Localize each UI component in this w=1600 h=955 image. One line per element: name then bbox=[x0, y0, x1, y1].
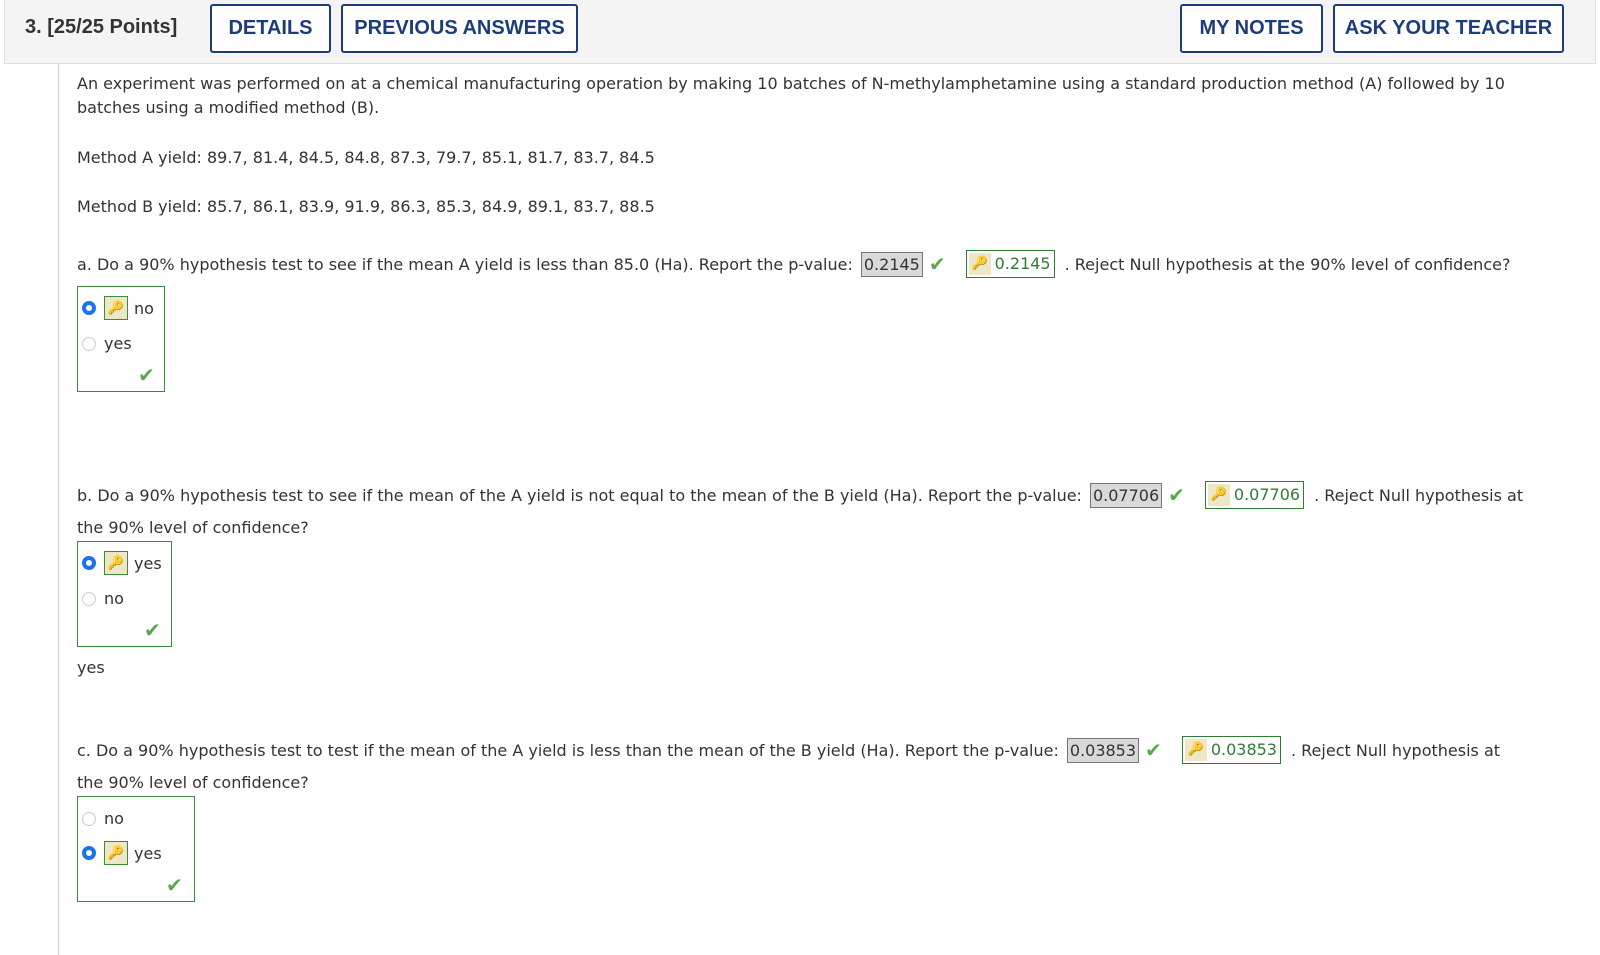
check-icon: ✔ bbox=[1168, 483, 1185, 507]
part-c-option-yes[interactable]: 🔑 yes bbox=[82, 841, 162, 865]
option-label: yes bbox=[134, 843, 162, 863]
radio-icon[interactable] bbox=[82, 811, 96, 826]
part-a-option-yes[interactable]: yes bbox=[82, 334, 132, 353]
part-a-followup: . Reject Null hypothesis at the 90% leve… bbox=[1064, 254, 1511, 274]
part-b-followup: . Reject Null hypothesis at bbox=[1314, 485, 1524, 505]
part-c-followup: . Reject Null hypothesis at bbox=[1290, 740, 1501, 760]
part-c-followup-line2: the 90% level of confidence? bbox=[77, 773, 309, 792]
part-c-radio-group: no 🔑 yes ✔ bbox=[77, 796, 195, 902]
key-icon: 🔑 bbox=[104, 841, 128, 865]
check-icon: ✔ bbox=[1145, 738, 1162, 762]
key-icon: 🔑 bbox=[104, 296, 128, 320]
ask-your-teacher-button[interactable]: ASK YOUR TEACHER bbox=[1333, 4, 1564, 53]
option-label: yes bbox=[134, 553, 162, 573]
radio-icon[interactable] bbox=[82, 301, 96, 315]
part-b-key-answer: 🔑 0.07706 bbox=[1204, 481, 1305, 509]
radio-icon[interactable] bbox=[82, 556, 96, 570]
check-icon: ✔ bbox=[928, 252, 946, 276]
part-b-response-text: yes bbox=[77, 658, 105, 677]
part-a-question: a. Do a 90% hypothesis test to see if th… bbox=[77, 254, 853, 274]
part-c-key-answer: 🔑 0.03853 bbox=[1181, 736, 1281, 764]
part-b-key-value: 0.07706 bbox=[1233, 485, 1301, 504]
part-a-key-value: 0.2145 bbox=[994, 254, 1051, 273]
part-c-question: c. Do a 90% hypothesis test to test if t… bbox=[77, 740, 1059, 760]
part-c-key-value: 0.03853 bbox=[1210, 740, 1277, 759]
part-a-radio-group: 🔑 no yes ✔ bbox=[77, 286, 165, 392]
part-b-followup-line2: the 90% level of confidence? bbox=[77, 518, 309, 537]
part-b-row: b. Do a 90% hypothesis test to see if th… bbox=[77, 481, 1523, 509]
key-icon: 🔑 bbox=[1184, 739, 1207, 761]
part-b-option-no[interactable]: no bbox=[82, 589, 124, 608]
part-a-row: a. Do a 90% hypothesis test to see if th… bbox=[77, 250, 1510, 278]
radio-icon[interactable] bbox=[82, 846, 96, 860]
part-c-row: c. Do a 90% hypothesis test to test if t… bbox=[77, 736, 1500, 764]
option-label: no bbox=[104, 809, 124, 828]
key-icon: 🔑 bbox=[1207, 484, 1230, 506]
method-a-yield: Method A yield: 89.7, 81.4, 84.5, 84.8, … bbox=[77, 148, 655, 167]
part-a-answer-field[interactable]: 0.2145 bbox=[860, 251, 923, 277]
key-icon: 🔑 bbox=[104, 551, 128, 575]
previous-answers-button[interactable]: PREVIOUS ANSWERS bbox=[341, 4, 578, 53]
part-b-answer-field[interactable]: 0.07706 bbox=[1089, 482, 1163, 508]
part-b-radio-group: 🔑 yes no ✔ bbox=[77, 541, 172, 647]
radio-icon[interactable] bbox=[82, 336, 96, 351]
question-points-label: 3. [25/25 Points] bbox=[25, 16, 178, 38]
my-notes-button[interactable]: MY NOTES bbox=[1180, 4, 1323, 53]
check-icon: ✔ bbox=[138, 363, 155, 387]
option-label: yes bbox=[104, 334, 132, 353]
details-button[interactable]: DETAILS bbox=[210, 4, 331, 53]
check-icon: ✔ bbox=[166, 873, 183, 897]
part-b-option-yes[interactable]: 🔑 yes bbox=[82, 551, 162, 575]
part-a-key-answer: 🔑 0.2145 bbox=[965, 250, 1055, 278]
option-label: no bbox=[104, 589, 124, 608]
part-c-option-no[interactable]: no bbox=[82, 809, 124, 828]
part-b-question: b. Do a 90% hypothesis test to see if th… bbox=[77, 485, 1082, 505]
key-icon: 🔑 bbox=[968, 253, 991, 275]
part-a-option-no[interactable]: 🔑 no bbox=[82, 296, 154, 320]
part-c-answer-field[interactable]: 0.03853 bbox=[1066, 737, 1140, 763]
method-b-yield: Method B yield: 85.7, 86.1, 83.9, 91.9, … bbox=[77, 197, 655, 216]
radio-icon[interactable] bbox=[82, 591, 96, 606]
option-label: no bbox=[134, 298, 154, 318]
problem-intro-line1: An experiment was performed on at a chem… bbox=[77, 74, 1505, 93]
problem-intro-line2: batches using a modified method (B). bbox=[77, 98, 380, 117]
check-icon: ✔ bbox=[144, 618, 161, 642]
